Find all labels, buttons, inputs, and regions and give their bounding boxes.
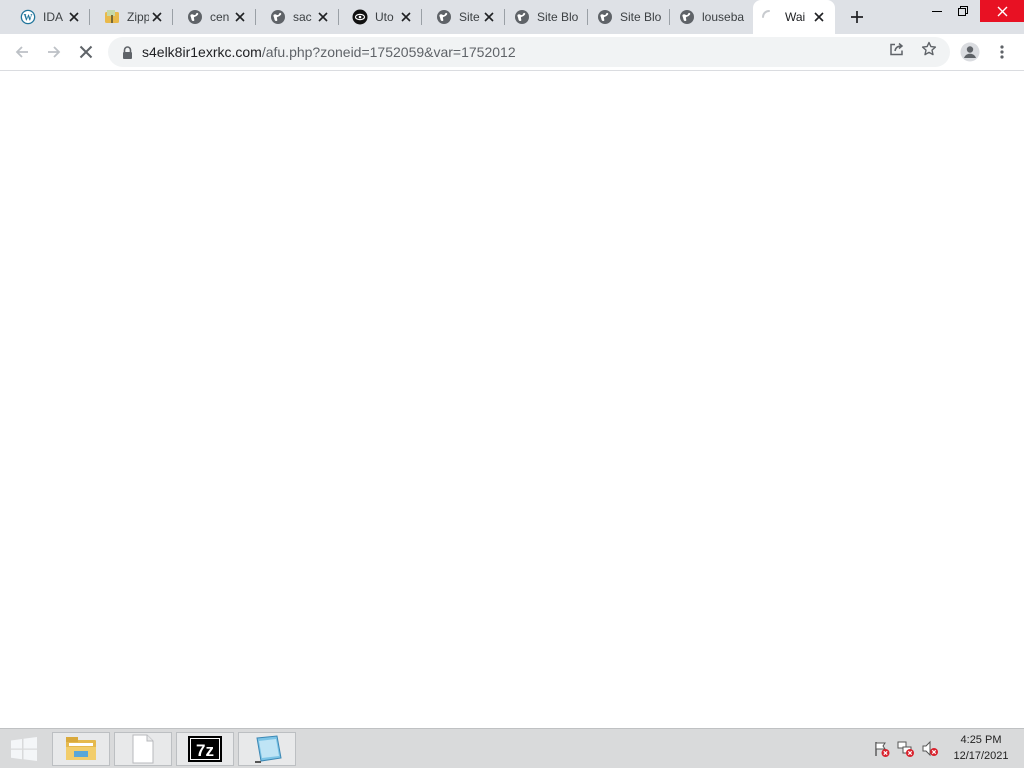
start-button[interactable] bbox=[8, 735, 40, 763]
close-icon bbox=[997, 6, 1007, 16]
tab-title: Wai bbox=[785, 10, 806, 24]
tab-zipp[interactable]: Zipp bbox=[90, 0, 173, 34]
tab-title: Zipp bbox=[127, 10, 149, 24]
tab-title: Site Blo bbox=[620, 10, 662, 24]
tab-title: cen bbox=[210, 10, 230, 24]
address-bar[interactable]: s4elk8ir1exrkc.com/afu.php?zoneid=175205… bbox=[108, 37, 950, 67]
restore-icon bbox=[958, 6, 968, 16]
taskbar-file-explorer[interactable] bbox=[52, 732, 110, 766]
tab-close-icon[interactable] bbox=[66, 9, 82, 25]
volume-muted-icon[interactable] bbox=[921, 740, 939, 758]
tab-close-icon[interactable] bbox=[398, 9, 414, 25]
globe-icon bbox=[187, 9, 203, 25]
tab-cen[interactable]: cen bbox=[173, 0, 256, 34]
globe-icon bbox=[270, 9, 286, 25]
url-path: /afu.php?zoneid=1752059&var=1752012 bbox=[261, 44, 516, 60]
bookmark-button[interactable] bbox=[921, 41, 937, 57]
star-icon bbox=[921, 41, 937, 56]
minimize-icon bbox=[932, 11, 942, 12]
network-icon[interactable] bbox=[897, 740, 915, 758]
page-content bbox=[0, 71, 1024, 728]
globe-icon bbox=[679, 9, 695, 25]
stop-loading-button[interactable] bbox=[74, 40, 98, 64]
eye-circle-icon bbox=[352, 9, 368, 25]
tab-title: sac bbox=[293, 10, 312, 24]
tab-title: Site Blo bbox=[537, 10, 579, 24]
restore-button[interactable] bbox=[950, 0, 976, 22]
profile-button[interactable] bbox=[958, 40, 982, 64]
lock-icon bbox=[120, 45, 134, 59]
tab-strip: W IDA Zipp cen sac Uto Site Site Blo Sit… bbox=[0, 0, 1024, 34]
taskbar-7zip[interactable]: 7z bbox=[176, 732, 234, 766]
windows-logo-icon bbox=[11, 737, 37, 761]
avatar-icon bbox=[960, 42, 980, 62]
tab-wai-active[interactable]: Wai bbox=[753, 0, 835, 34]
tab-title: IDA bbox=[43, 10, 64, 24]
tab-title: Site bbox=[459, 10, 480, 24]
clock-time: 4:25 PM bbox=[960, 734, 1002, 746]
tab-uto[interactable]: Uto bbox=[339, 0, 422, 34]
kebab-menu-icon bbox=[1000, 45, 1004, 59]
back-button[interactable] bbox=[10, 40, 34, 64]
tab-title: Uto bbox=[375, 10, 394, 24]
menu-button[interactable] bbox=[990, 40, 1014, 64]
globe-icon bbox=[597, 9, 613, 25]
7zip-icon: 7z bbox=[188, 736, 222, 762]
globe-icon bbox=[514, 9, 530, 25]
new-tab-button[interactable] bbox=[846, 7, 868, 27]
url-host: s4elk8ir1exrkc.com bbox=[142, 44, 262, 60]
notepad-icon bbox=[255, 735, 282, 763]
tab-close-icon[interactable] bbox=[481, 9, 497, 25]
minimize-button[interactable] bbox=[924, 0, 950, 22]
taskbar-blank-document[interactable] bbox=[114, 732, 172, 766]
tab-ida[interactable]: W IDA bbox=[0, 0, 90, 34]
tab-title: louseba bbox=[702, 10, 745, 24]
loading-spinner-icon bbox=[761, 9, 777, 25]
action-center-flag-icon[interactable] bbox=[873, 740, 891, 758]
system-clock[interactable]: 4:25 PM 12/17/2021 bbox=[946, 732, 1016, 764]
tab-site-blo-2[interactable]: Site Blo bbox=[588, 0, 670, 34]
taskbar: 7z 4:25 PM 12/17/2021 bbox=[0, 728, 1024, 768]
svg-text:7z: 7z bbox=[196, 741, 214, 760]
tab-site-blo-1[interactable]: Site Blo bbox=[505, 0, 588, 34]
plus-icon bbox=[851, 11, 863, 23]
share-button[interactable] bbox=[889, 41, 905, 57]
wordpress-icon: W bbox=[20, 9, 36, 25]
back-arrow-icon bbox=[15, 46, 28, 58]
tab-close-icon[interactable] bbox=[315, 9, 331, 25]
taskbar-notepad[interactable] bbox=[238, 732, 296, 766]
forward-button[interactable] bbox=[42, 40, 66, 64]
stop-x-icon bbox=[79, 45, 93, 59]
blank-document-icon bbox=[132, 734, 154, 764]
browser-toolbar: s4elk8ir1exrkc.com/afu.php?zoneid=175205… bbox=[0, 34, 1024, 71]
tab-louseba[interactable]: louseba bbox=[670, 0, 752, 34]
globe-icon bbox=[436, 9, 452, 25]
tab-close-icon[interactable] bbox=[811, 9, 827, 25]
zip-app-icon bbox=[104, 9, 120, 25]
tab-site[interactable]: Site bbox=[422, 0, 505, 34]
clock-date: 12/17/2021 bbox=[953, 750, 1009, 762]
tab-close-icon[interactable] bbox=[149, 9, 165, 25]
close-window-button[interactable] bbox=[980, 0, 1024, 22]
forward-arrow-icon bbox=[48, 46, 61, 58]
svg-text:W: W bbox=[24, 13, 33, 23]
share-icon bbox=[890, 42, 904, 56]
file-explorer-icon bbox=[66, 737, 96, 760]
url-text: s4elk8ir1exrkc.com/afu.php?zoneid=175205… bbox=[142, 44, 516, 60]
tab-close-icon[interactable] bbox=[232, 9, 248, 25]
tab-sac[interactable]: sac bbox=[256, 0, 339, 34]
